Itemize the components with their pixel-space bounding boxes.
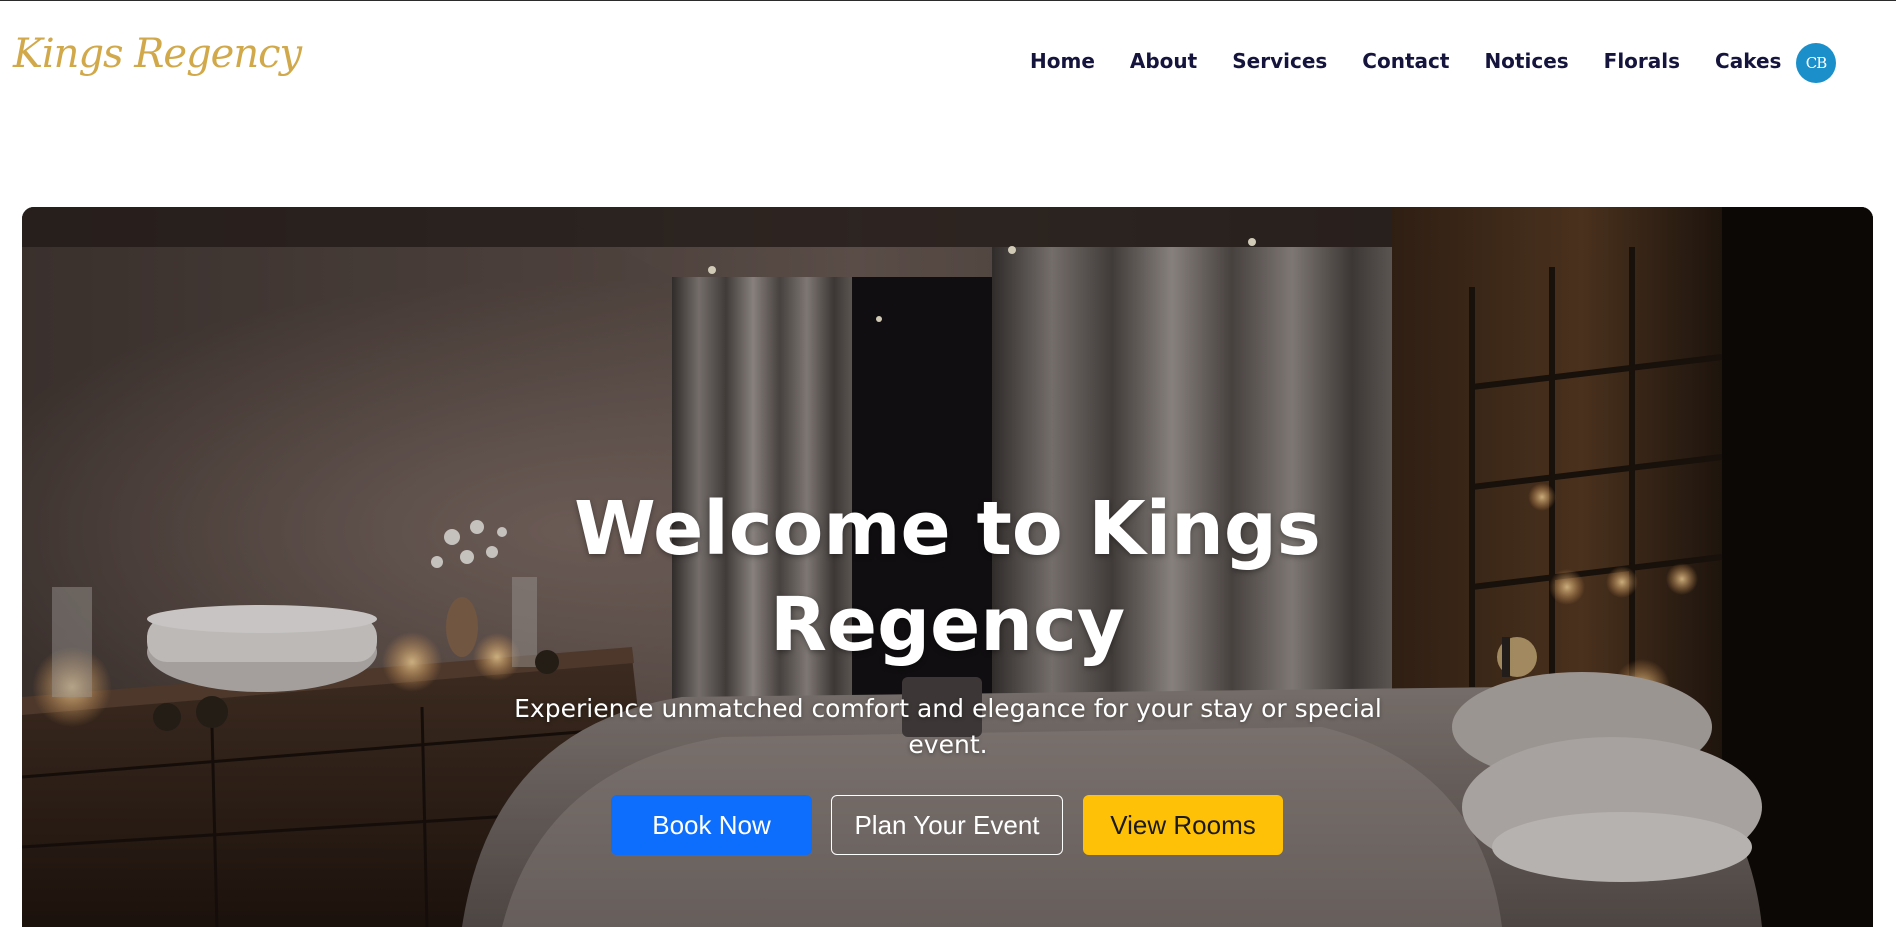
nav-link-home[interactable]: Home <box>1030 49 1095 73</box>
nav-link-notices[interactable]: Notices <box>1484 49 1568 73</box>
nav-link-florals[interactable]: Florals <box>1604 49 1680 73</box>
view-rooms-button[interactable]: View Rooms <box>1083 795 1283 855</box>
hero-title: Welcome to Kings Regency <box>22 481 1873 673</box>
hero-subtitle: Experience unmatched comfort and eleganc… <box>502 691 1394 763</box>
hero-content: Welcome to Kings Regency Experience unma… <box>22 207 1873 927</box>
nav-link-about[interactable]: About <box>1130 49 1197 73</box>
user-avatar[interactable]: CB <box>1796 43 1836 83</box>
hero-title-line1: Welcome to Kings <box>574 486 1321 572</box>
hero-section: Welcome to Kings Regency Experience unma… <box>22 207 1873 927</box>
book-now-button[interactable]: Book Now <box>611 795 812 855</box>
plan-event-button[interactable]: Plan Your Event <box>831 795 1063 855</box>
brand-logo[interactable]: Kings Regency <box>13 31 302 77</box>
main-nav: Home About Services Contact Notices Flor… <box>1030 49 1781 73</box>
nav-link-services[interactable]: Services <box>1232 49 1327 73</box>
hero-subtitle-line1: Experience unmatched comfort and eleganc… <box>514 694 1382 723</box>
nav-link-contact[interactable]: Contact <box>1362 49 1449 73</box>
navbar: Kings Regency Home About Services Contac… <box>0 1 1896 119</box>
nav-link-cakes[interactable]: Cakes <box>1715 49 1781 73</box>
hero-title-line2: Regency <box>769 582 1126 668</box>
hero-subtitle-line2: event. <box>908 730 988 759</box>
